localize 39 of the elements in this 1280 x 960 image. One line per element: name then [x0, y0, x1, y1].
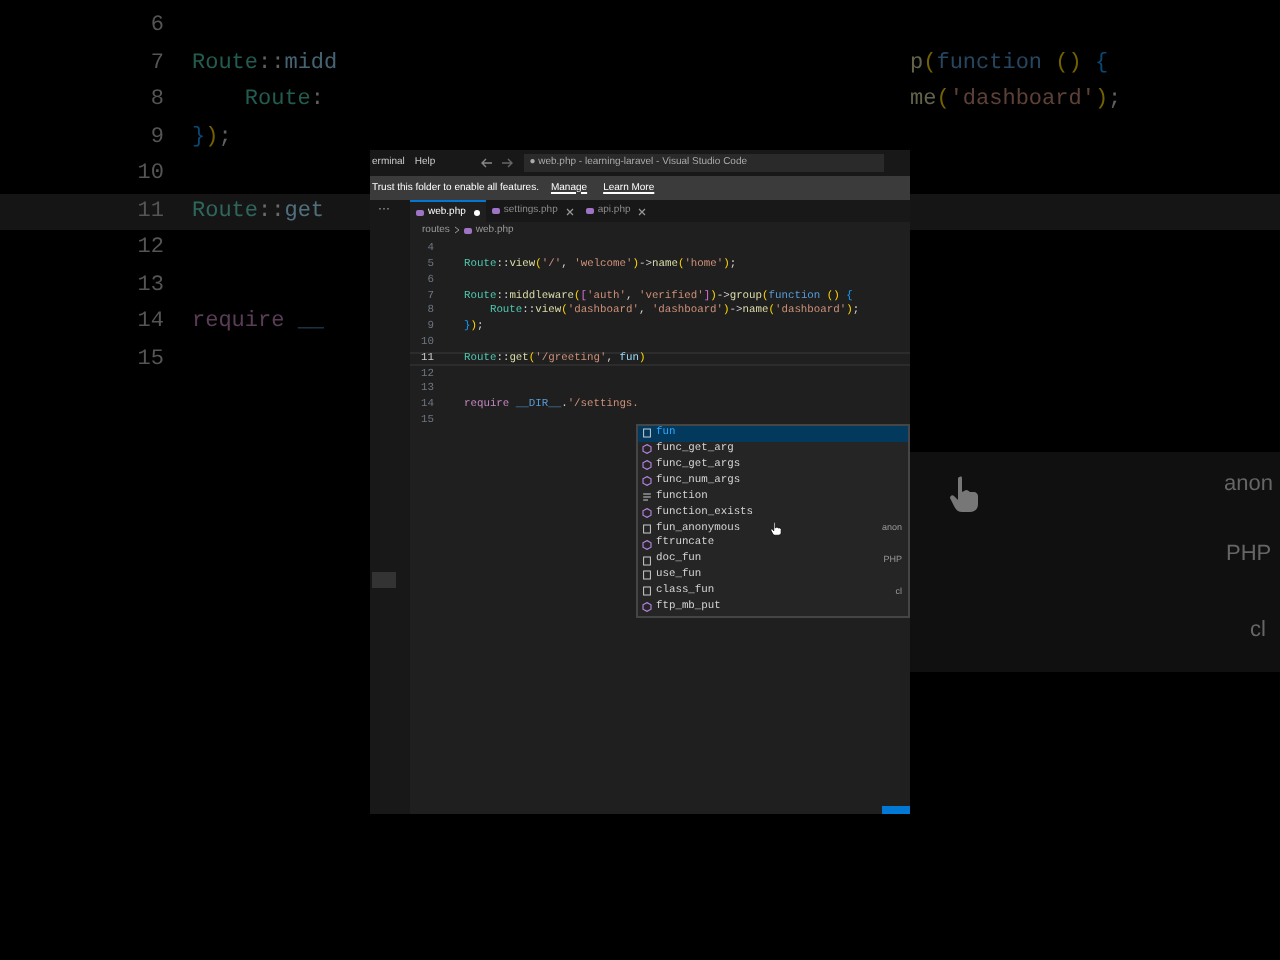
code-line: me('dashboard'); [910, 86, 1122, 116]
php-file-icon [463, 227, 472, 233]
forward-arrow-icon[interactable] [501, 158, 514, 168]
close-icon[interactable] [565, 207, 574, 215]
code-line: Route::get [192, 197, 325, 227]
line-number: 12 [135, 234, 166, 264]
method-icon [642, 539, 652, 550]
back-arrow-icon[interactable] [479, 158, 492, 168]
scroll-thumb [372, 572, 396, 588]
code-line: p(function () { [910, 49, 1109, 79]
line-number: 14 [135, 308, 166, 338]
line-number: 6 [148, 12, 166, 42]
line-number: 8 [148, 86, 166, 116]
hand-cursor-icon [770, 522, 782, 536]
status-indicator [882, 806, 910, 814]
detail-text: cl [1250, 616, 1266, 646]
close-icon[interactable] [638, 207, 647, 215]
line-number: 9 [148, 123, 166, 153]
method-icon [642, 507, 652, 518]
hand-cursor-icon [948, 476, 980, 514]
php-file-icon [585, 208, 594, 214]
line-number: 10 [135, 160, 166, 190]
keyword-icon [642, 428, 652, 439]
detail-text: PHP [1226, 540, 1272, 570]
line-number: 15 [135, 345, 166, 375]
detail-text: anon [1224, 470, 1273, 500]
method-icon [642, 602, 652, 613]
chevron-right-icon [453, 226, 460, 234]
code-line: Route: [242, 86, 325, 116]
code-line: Route::midd [192, 49, 338, 79]
line-number: 13 [135, 271, 166, 301]
code-line: require __ [192, 308, 325, 338]
code-line: }); [192, 123, 232, 153]
snippet-icon [642, 492, 652, 502]
php-file-icon [491, 208, 500, 214]
keyword-icon [642, 523, 652, 534]
php-file-icon [416, 209, 424, 215]
line-number: 11 [135, 197, 166, 227]
line-number: 7 [148, 49, 166, 79]
